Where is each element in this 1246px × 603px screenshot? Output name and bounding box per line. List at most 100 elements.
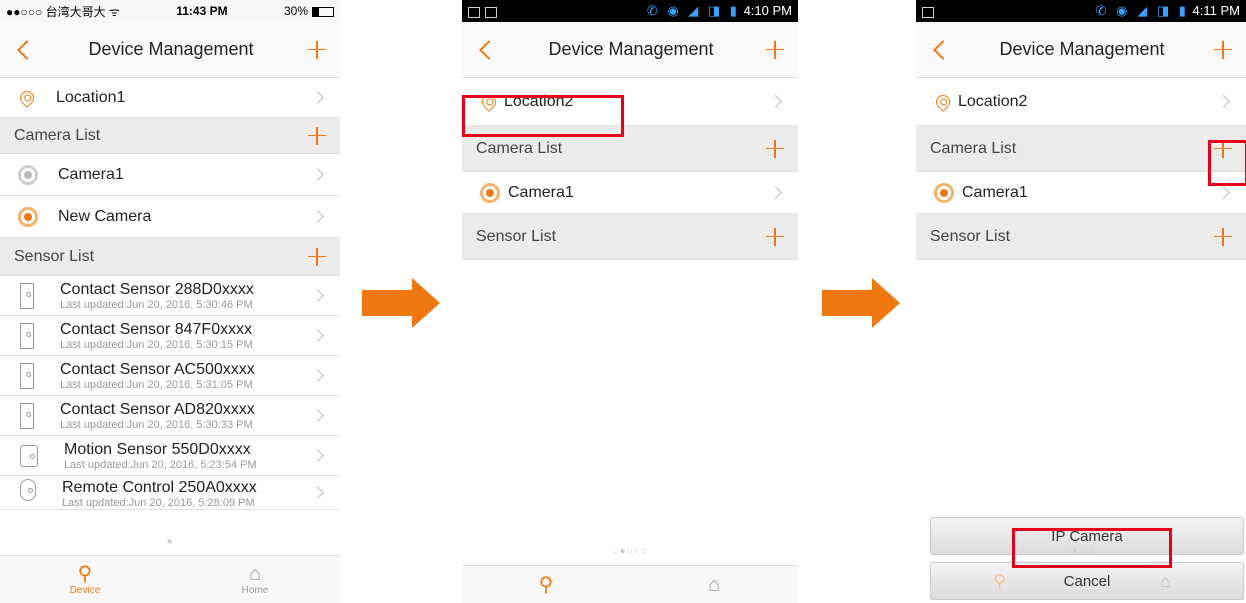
sensor-row[interactable]: Contact Sensor 288D0xxxx Last updated:Jun… (0, 276, 340, 316)
location-pin-icon (933, 91, 953, 112)
sensor-row[interactable]: Remote Control 250A0xxxx Last updated:Jun… (0, 476, 340, 510)
chevron-right-icon (311, 289, 324, 302)
chevron-right-icon (311, 409, 324, 422)
chevron-right-icon (769, 95, 782, 108)
camera-label: New Camera (58, 207, 152, 225)
sensor-name: Remote Control 250A0xxxx (62, 479, 257, 496)
chevron-right-icon (311, 168, 324, 181)
nav-bar: Device Management (916, 22, 1246, 78)
add-camera-icon[interactable] (766, 139, 784, 158)
camera-label: Camera1 (58, 165, 124, 183)
signal-icon: ✆ ◉ ◢ ◨ ▮ (646, 3, 740, 18)
camera-row[interactable]: Camera1 (916, 172, 1246, 214)
tab-device[interactable]: ⚲ Device (0, 556, 170, 603)
camera-icon (934, 182, 954, 203)
sensor-updated: Last updated:Jun 20, 2016, 5:30:15 PM (60, 338, 253, 351)
screen-ios-device-management: ●●○○○ 台湾大哥大 ᯤ 11:43 PM 30% Device Manage… (0, 0, 340, 603)
screen-android-add-camera: ✆ ◉ ◢ ◨ ▮ 4:11 PM Device Management Loca… (916, 0, 1246, 603)
nav-bar: Device Management (0, 22, 340, 78)
add-location-icon[interactable] (766, 40, 784, 59)
chevron-right-icon (311, 329, 324, 342)
contact-sensor-icon (20, 362, 34, 389)
tab-device-label: Device (69, 585, 101, 596)
location-pin-icon (17, 87, 37, 108)
contact-sensor-icon (20, 402, 34, 429)
status-bar: ●●○○○ 台湾大哥大 ᯤ 11:43 PM 30% (0, 0, 340, 22)
camera-list-title: Camera List (14, 126, 101, 144)
chevron-right-icon (311, 486, 324, 499)
location-row[interactable]: Location2 (916, 78, 1246, 126)
sensor-name: Contact Sensor AC500xxxx (60, 360, 255, 378)
sensor-updated: Last updated:Jun 20, 2016, 5:30:46 PM (60, 298, 253, 311)
carrier-label: ●●○○○ 台湾大哥大 ᯤ (6, 4, 120, 19)
tab-home-label: Home (241, 585, 269, 596)
status-bar: ✆ ◉ ◢ ◨ ▮ 4:11 PM (916, 0, 1246, 22)
back-icon[interactable] (17, 39, 37, 60)
sensor-list-title: Sensor List (930, 227, 1011, 245)
camera-row[interactable]: Camera1 (462, 172, 798, 214)
chevron-right-icon (311, 91, 324, 104)
location-row[interactable]: Location1 (0, 78, 340, 118)
battery-icon (312, 6, 334, 17)
add-sensor-icon[interactable] (1214, 227, 1232, 246)
remote-control-icon (20, 479, 36, 501)
sensor-list-header: Sensor List (916, 214, 1246, 260)
sensor-row[interactable]: Contact Sensor 847F0xxxx Last updated:Jun… (0, 316, 340, 356)
back-icon[interactable] (479, 39, 499, 60)
sensor-row[interactable]: Motion Sensor 550D0xxxx Last updated:Jun … (0, 436, 340, 476)
battery-indicator: 30% (284, 4, 334, 18)
camera-row[interactable]: New Camera (0, 196, 340, 238)
add-sensor-icon[interactable] (308, 247, 326, 266)
sensor-list-title: Sensor List (476, 227, 557, 245)
chevron-right-icon (1217, 95, 1230, 108)
tab-home[interactable]: ⌂ Home (170, 556, 340, 603)
camera-label: Camera1 (962, 183, 1028, 201)
page-indicator: ● (166, 536, 174, 547)
contact-sensor-icon (20, 282, 34, 309)
page-title: Device Management (88, 39, 254, 59)
clock: 11:43 PM (176, 4, 228, 18)
contact-sensor-icon (20, 322, 34, 349)
sensor-list-title: Sensor List (14, 247, 95, 265)
home-icon: ⌂ (1160, 570, 1171, 591)
notification-icons (468, 4, 502, 19)
sensor-updated: Last updated:Jun 20, 2016, 5:28:09 PM (62, 497, 255, 509)
camera-list-header: Camera List (916, 126, 1246, 172)
highlight-add-camera (1208, 140, 1246, 186)
tab-bar: ⚲ ⌂ (462, 565, 798, 603)
add-camera-icon[interactable] (308, 126, 326, 145)
home-icon: ⌂ (248, 563, 262, 585)
camera-icon (480, 182, 500, 203)
sensor-name: Contact Sensor 847F0xxxx (60, 320, 253, 338)
camera-label: Camera1 (508, 183, 574, 201)
system-icons: ✆ ◉ ◢ ◨ ▮ 4:10 PM (647, 3, 792, 19)
add-location-icon[interactable] (1214, 40, 1232, 59)
chevron-right-icon (311, 210, 324, 223)
add-location-icon[interactable] (308, 40, 326, 59)
device-usb-icon: ⚲ (993, 570, 1007, 591)
image-icon (485, 6, 497, 18)
camera-list-title: Camera List (476, 139, 563, 157)
screen-android-device-management: ✆ ◉ ◢ ◨ ▮ 4:10 PM Device Management Loca… (462, 0, 798, 603)
sensor-list-header: Sensor List (0, 238, 340, 276)
notification-icons (922, 4, 939, 19)
camera-row[interactable]: Camera1 (0, 154, 340, 196)
back-icon[interactable] (933, 39, 953, 60)
tab-device[interactable]: ⚲ (462, 566, 630, 603)
sensor-updated: Last updated:Jun 20, 2016, 5:31:05 PM (60, 378, 253, 391)
add-sensor-icon[interactable] (766, 227, 784, 246)
system-icons: ✆ ◉ ◢ ◨ ▮ 4:11 PM (1096, 3, 1240, 19)
sensor-updated: Last updated:Jun 20, 2016, 5:30:33 PM (60, 418, 253, 431)
chevron-right-icon (1217, 186, 1230, 199)
clock: 4:11 PM (1192, 3, 1240, 18)
signal-icon: ✆ ◉ ◢ ◨ ▮ (1095, 3, 1189, 18)
sensor-updated: Last updated:Jun 20, 2016, 5:23:54 PM (64, 458, 257, 471)
tab-bar: ⚲ Device ⌂ Home (0, 555, 340, 603)
flow-arrow-icon (362, 278, 442, 328)
sensor-list-header: Sensor List (462, 214, 798, 260)
device-usb-icon: ⚲ (77, 563, 93, 585)
tab-home[interactable]: ⌂ (630, 566, 798, 603)
sensor-row[interactable]: Contact Sensor AD820xxxx Last updated:Jun… (0, 396, 340, 436)
sensor-row[interactable]: Contact Sensor AC500xxxx Last updated:Jun… (0, 356, 340, 396)
chevron-right-icon (311, 369, 324, 382)
